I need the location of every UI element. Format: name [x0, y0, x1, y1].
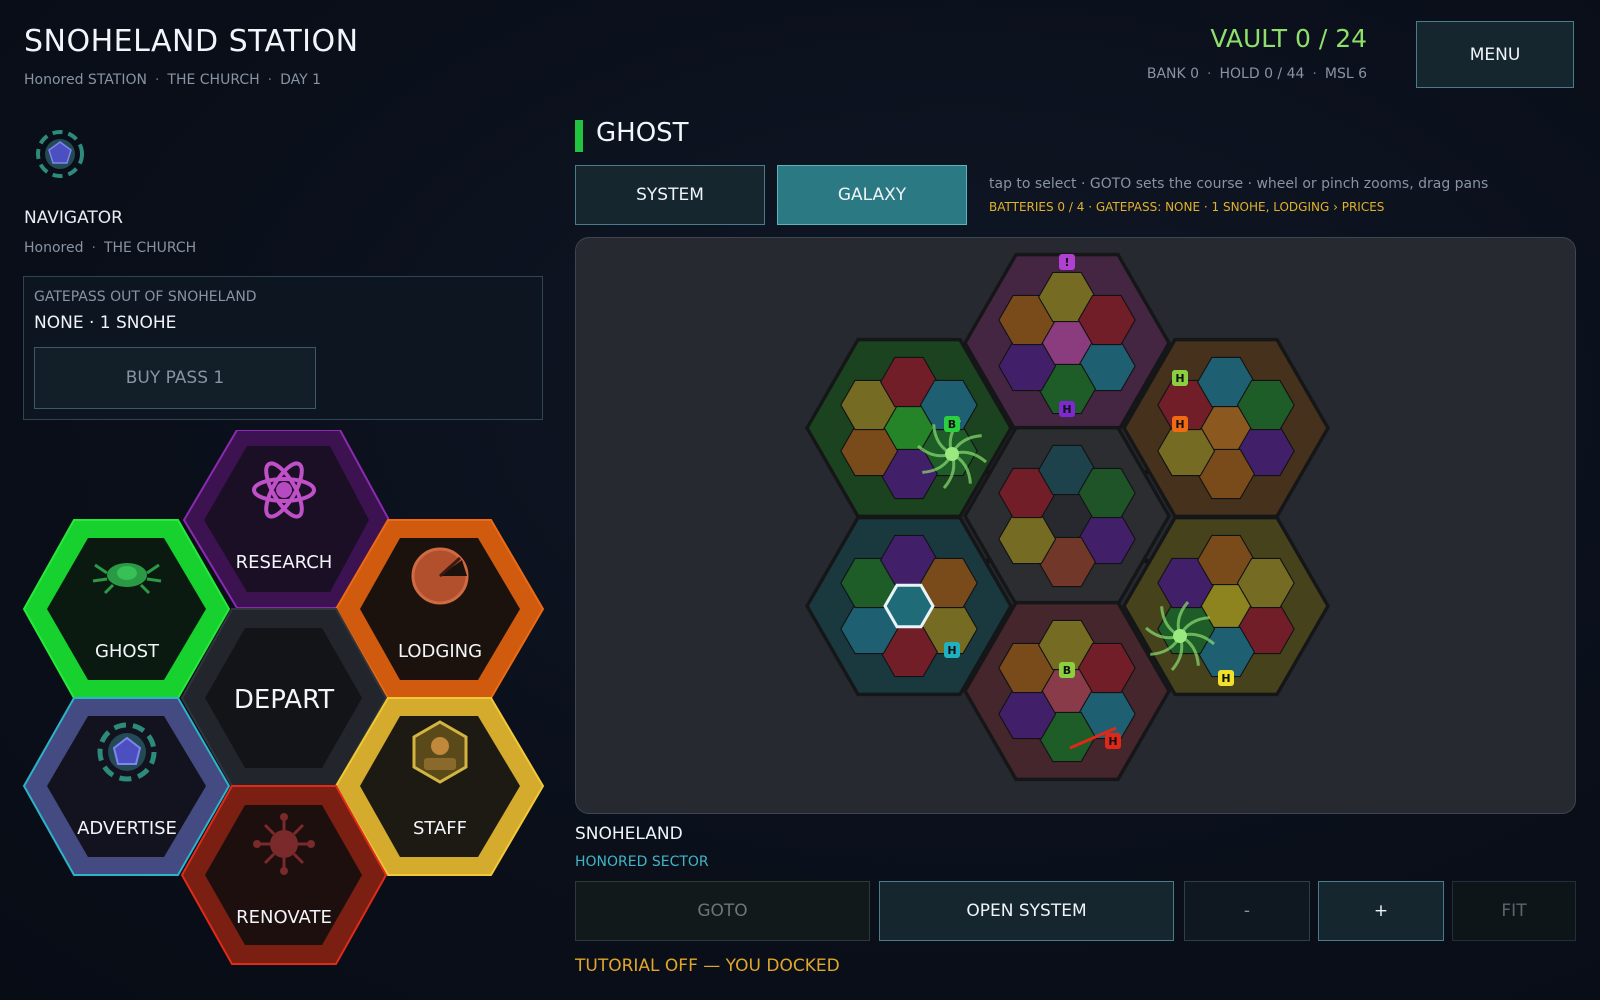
station-faction: THE CHURCH — [167, 72, 260, 88]
planet-node-fill — [1079, 296, 1135, 344]
map-badge-label: B — [948, 418, 956, 431]
map-hint: tap to select · GOTO sets the course · w… — [989, 176, 1489, 192]
navigator-subline: Honored · THE CHURCH — [24, 240, 197, 256]
planet-node-fill — [921, 559, 977, 607]
open-system-button[interactable]: OPEN SYSTEM — [879, 881, 1174, 941]
hex-action-menu: RESEARCH GHOST LODGING DEPART ADVERTISE … — [22, 430, 545, 965]
renovate-label: RENOVATE — [236, 907, 332, 928]
planet-node-fill — [1238, 559, 1294, 607]
fit-button[interactable]: FIT — [1452, 881, 1576, 941]
planet-node-fill — [1238, 381, 1294, 429]
navigator-badge-icon — [36, 130, 84, 178]
ghost-label: GHOST — [95, 641, 160, 662]
panel-title: GHOST — [596, 118, 689, 148]
pizza-icon — [411, 547, 469, 605]
planet-node-fill — [999, 690, 1055, 738]
map-badge-label: H — [1175, 418, 1184, 431]
research-label: RESEARCH — [236, 552, 333, 573]
map-badge-label: H — [947, 644, 956, 657]
station-subline: Honored STATION · THE CHURCH · DAY 1 — [24, 72, 322, 88]
selected-sector-label: HONORED SECTOR — [575, 854, 709, 870]
tab-system[interactable]: SYSTEM — [575, 165, 765, 225]
map-badge-label: H — [1062, 403, 1071, 416]
zoom-out-button[interactable]: - — [1184, 881, 1310, 941]
staff-portrait-icon — [412, 720, 468, 784]
advertise-label: ADVERTISE — [77, 818, 177, 839]
tab-galaxy[interactable]: GALAXY — [777, 165, 967, 225]
planet-node-fill — [999, 342, 1055, 390]
lodging-label: LODGING — [398, 641, 482, 662]
map-badge-label: H — [1108, 735, 1117, 748]
navigator-rank: Honored — [24, 240, 84, 256]
gatepass-label: GATEPASS OUT OF SNOHELAND — [34, 289, 257, 305]
planet-node-fill — [999, 515, 1055, 563]
vault-counter: VAULT 0 / 24 — [1210, 24, 1367, 53]
resource-line: BANK 0 · HOLD 0 / 44 · MSL 6 — [1146, 66, 1367, 82]
gatepass-panel: GATEPASS OUT OF SNOHELAND NONE · 1 SNOHE… — [23, 276, 543, 420]
tutorial-status: TUTORIAL OFF — YOU DOCKED — [575, 956, 840, 976]
msl-counter: MSL 6 — [1324, 66, 1367, 82]
galaxy-map-canvas[interactable]: ! H B H H H B H H — [576, 238, 1576, 814]
buy-pass-button[interactable]: BUY PASS 1 — [34, 347, 316, 409]
map-badge-label: B — [1063, 664, 1071, 677]
bank-counter: BANK 0 — [1146, 66, 1200, 82]
planet-node-fill — [1079, 644, 1135, 692]
planet-node-fill — [1158, 427, 1214, 475]
zoom-in-button[interactable]: + — [1318, 881, 1444, 941]
depart-label: DEPART — [234, 685, 334, 715]
map-badge-label: ! — [1064, 256, 1069, 269]
galaxy-map[interactable]: ! H B H H H B H H — [575, 237, 1576, 814]
hold-counter: HOLD 0 / 44 — [1219, 66, 1305, 82]
day-counter: DAY 1 — [280, 72, 322, 88]
station-rank: Honored STATION — [24, 72, 147, 88]
station-title: SNOHELAND STATION — [24, 24, 359, 59]
gatepass-value: NONE · 1 SNOHE — [34, 313, 177, 333]
planet-node-fill — [1079, 469, 1135, 517]
planet-node-fill — [841, 427, 897, 475]
selected-system-name: SNOHELAND — [575, 824, 683, 844]
goto-button[interactable]: GOTO — [575, 881, 870, 941]
navigator-faction: THE CHURCH — [103, 240, 197, 256]
panel-accent-bar — [575, 120, 583, 152]
menu-button[interactable]: MENU — [1416, 21, 1574, 88]
status-line: BATTERIES 0 / 4 · GATEPASS: NONE · 1 SNO… — [989, 200, 1385, 214]
map-badge-label: H — [1221, 672, 1230, 685]
staff-label: STAFF — [413, 818, 467, 839]
map-badge-label: H — [1175, 372, 1184, 385]
navigator-label: NAVIGATOR — [24, 208, 123, 228]
planet-node-fill — [841, 605, 897, 653]
